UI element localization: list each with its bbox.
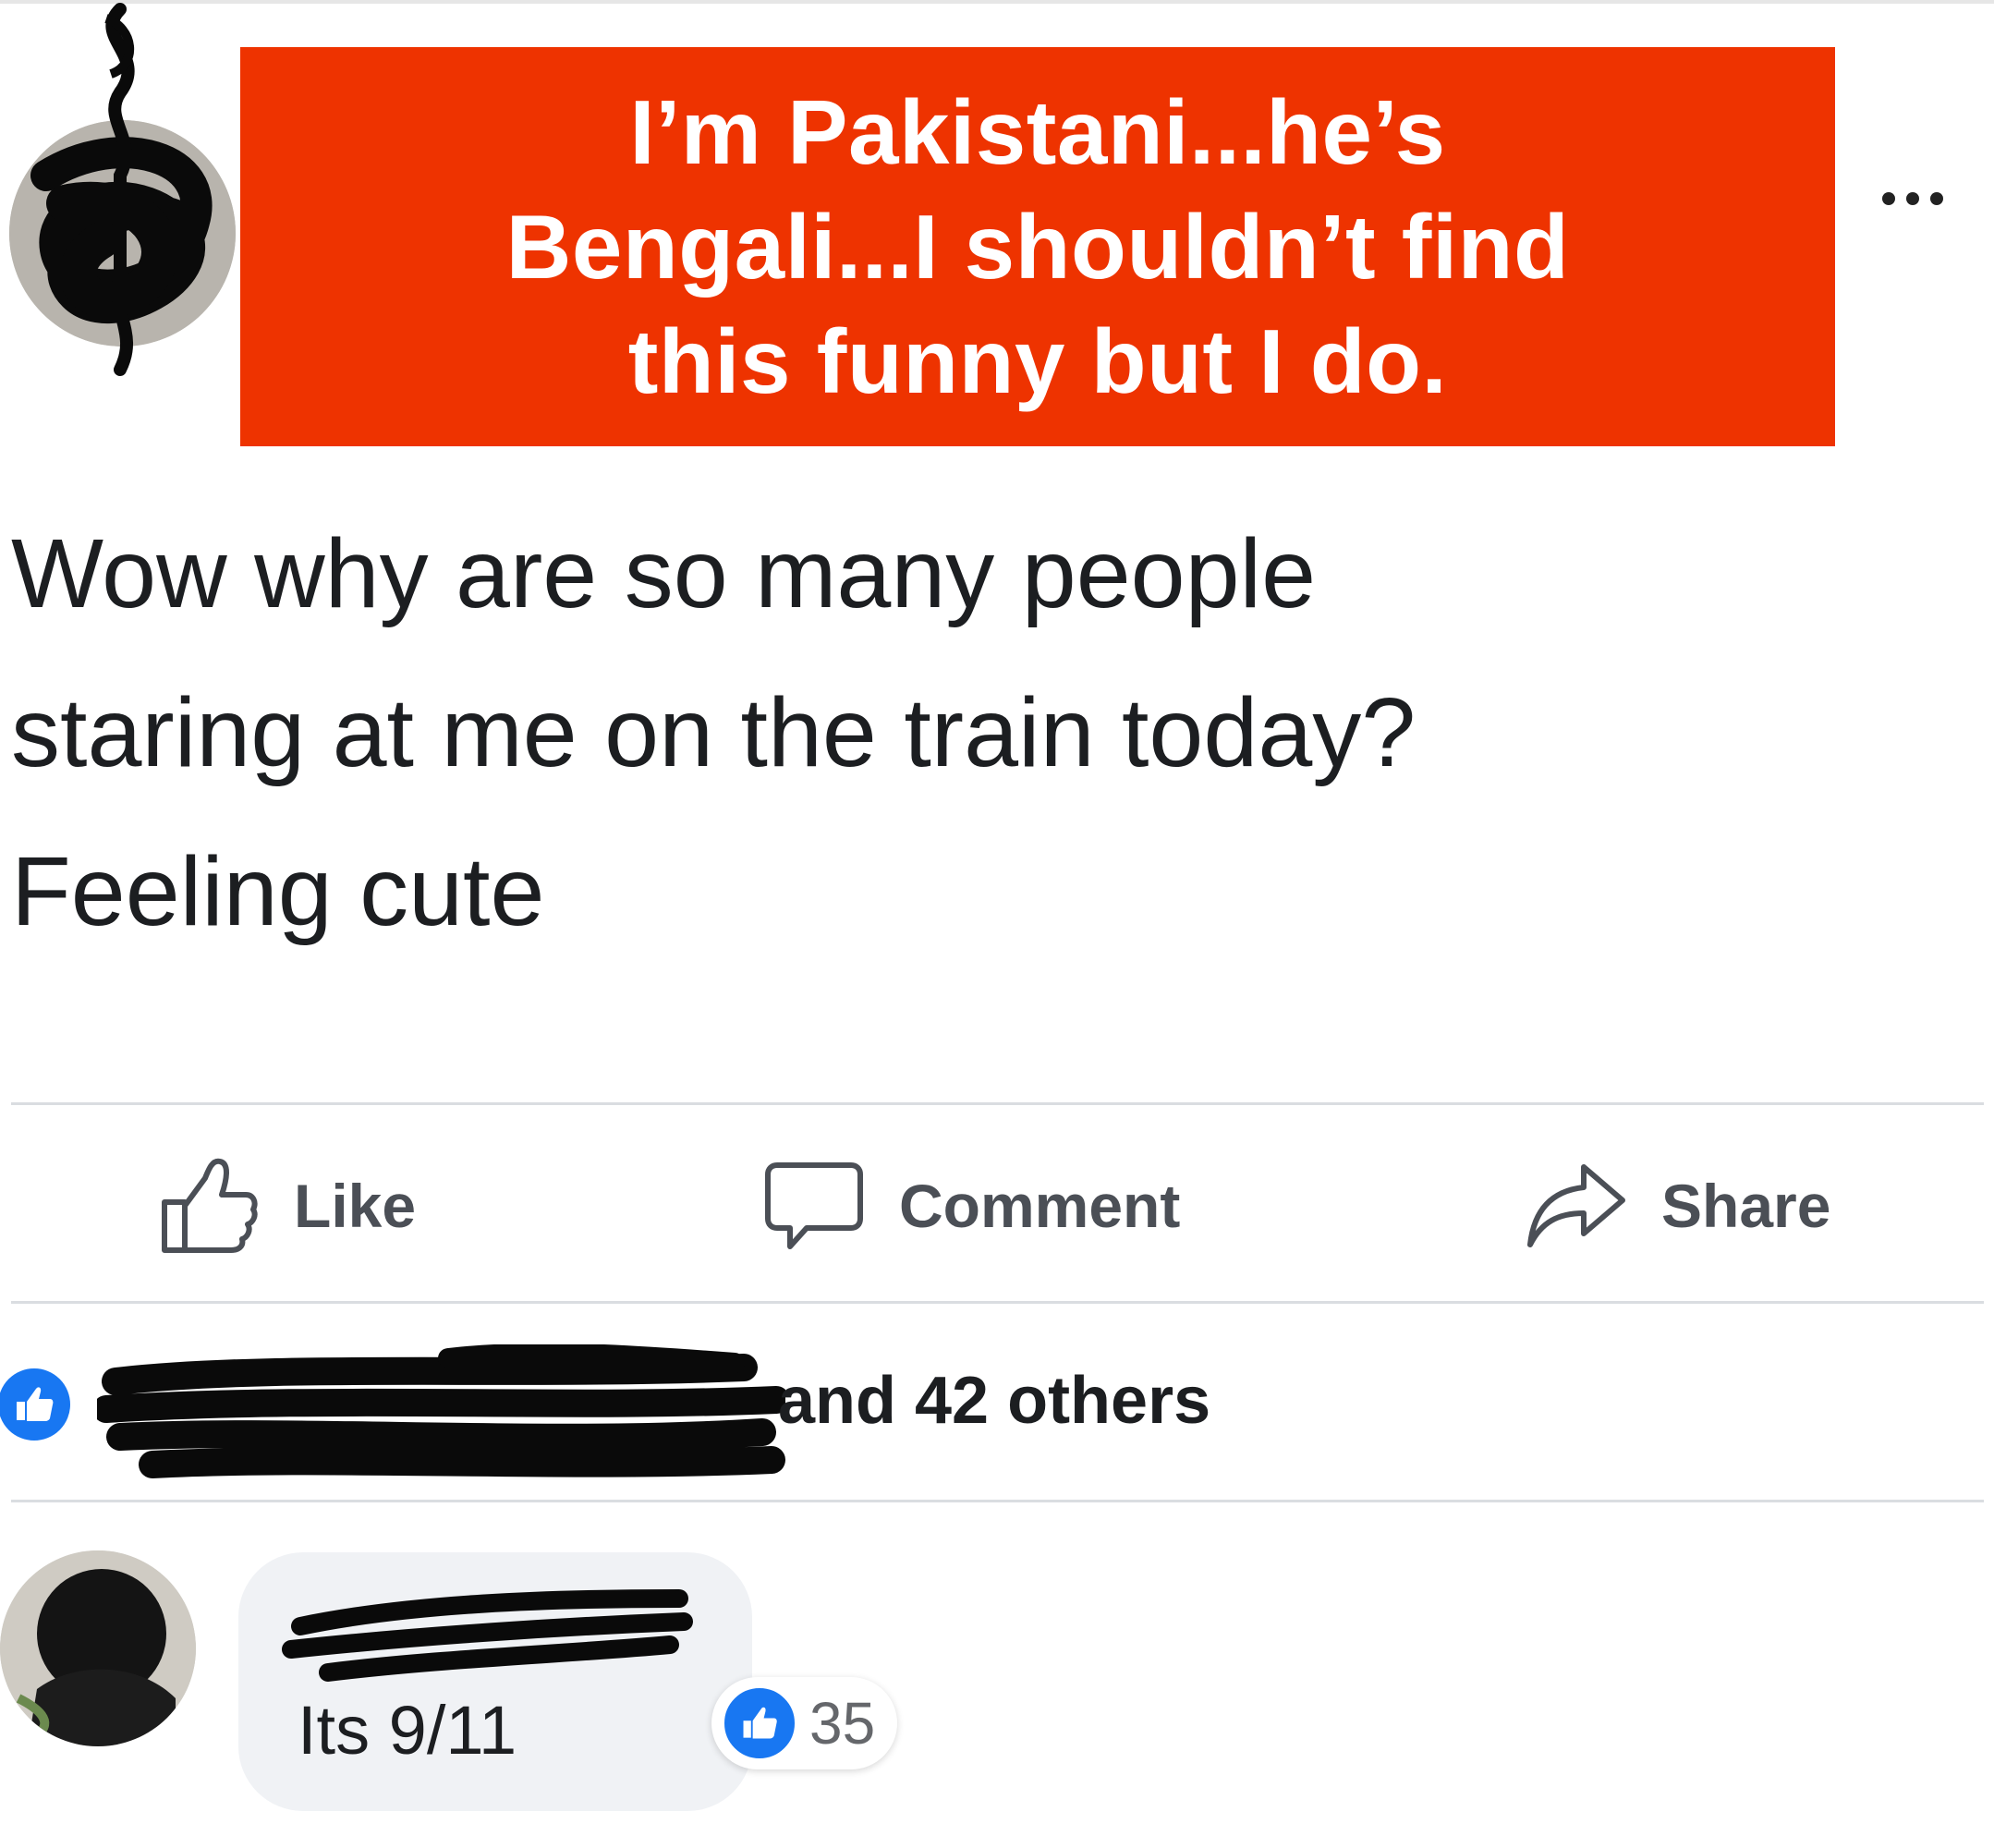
reaction-count: 35 (809, 1690, 876, 1757)
thumbs-up-icon (162, 1158, 258, 1253)
comment-label: Comment (899, 1172, 1181, 1240)
more-options-icon[interactable] (1862, 180, 1964, 217)
share-button[interactable]: Share (1525, 1146, 1830, 1266)
post-line: Feeling cute (11, 837, 545, 946)
divider (11, 1102, 1984, 1105)
likers-names-redacted (97, 1344, 785, 1478)
commenter-name-redacted (282, 1589, 693, 1682)
like-button[interactable]: Like (157, 1146, 416, 1266)
like-reaction-icon (0, 1363, 76, 1446)
commenter-avatar[interactable] (0, 1550, 196, 1746)
comment-text: Its 9/11 (298, 1692, 517, 1769)
like-reaction-icon (721, 1684, 798, 1762)
caption-line: Bengali...I shouldn’t find (505, 196, 1570, 298)
likes-summary[interactable]: and 42 others (778, 1363, 1210, 1439)
comment-bubble-icon (765, 1162, 863, 1249)
divider (11, 1301, 1984, 1304)
redaction-scribble-tall (104, 3, 135, 376)
like-label: Like (294, 1172, 417, 1240)
caption-line: I’m Pakistani...he’s (629, 81, 1446, 183)
divider (11, 1500, 1984, 1502)
comment-button[interactable]: Comment (762, 1146, 1180, 1266)
post-line: Wow why are so many people (11, 519, 1317, 628)
post-body: Wow why are so many people staring at me … (11, 494, 1970, 971)
caption-text: I’m Pakistani...he’s Bengali...I shouldn… (506, 75, 1570, 419)
comment-reaction-count[interactable]: 35 (711, 1677, 898, 1769)
caption-line: this funny but I do. (627, 310, 1448, 412)
share-arrow-icon (1527, 1164, 1625, 1247)
post-line: staring at me on the train today? (11, 678, 1416, 787)
share-label: Share (1661, 1172, 1831, 1240)
top-border (0, 0, 1994, 4)
caption-banner: I’m Pakistani...he’s Bengali...I shouldn… (240, 47, 1835, 446)
